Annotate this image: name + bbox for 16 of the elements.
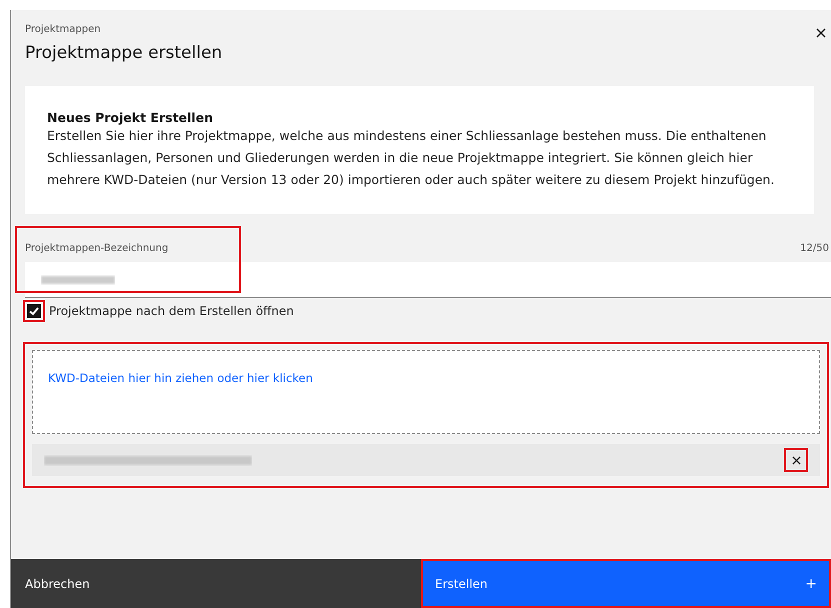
remove-file-button[interactable] bbox=[786, 450, 806, 470]
dialog-label: Projektmappen bbox=[25, 24, 102, 35]
drop-zone-prompt[interactable]: KWD-Dateien hier hin ziehen oder hier klicken bbox=[48, 371, 313, 385]
cancel-button[interactable]: Abbrechen bbox=[11, 559, 421, 608]
field-label: Projektmappen-Bezeichnung bbox=[25, 242, 168, 254]
drop-zone[interactable]: KWD-Dateien hier hin ziehen oder hier klicken bbox=[32, 350, 820, 434]
info-heading: Neues Projekt Erstellen bbox=[47, 110, 214, 125]
close-icon bbox=[792, 456, 800, 464]
name-input-field[interactable] bbox=[25, 262, 831, 298]
checkbox-label: Projektmappe nach dem Erstellen öffnen bbox=[49, 304, 294, 318]
create-button[interactable]: Erstellen + bbox=[421, 559, 831, 608]
checkbox[interactable] bbox=[27, 304, 41, 318]
character-counter: 12/50 bbox=[800, 242, 829, 254]
info-text: Erstellen Sie hier ihre Projektmappe, welche aus mindestens einer Schliessanlage bestehen muss. Die enthaltenen Schliessanlagen, Personen und Gliederungen werden in die neue Projektmappe integriert. Sie können gleich hier mehrere KWD-Dateien (nur Version 13 oder 20) importieren oder auch später weitere zu diesem Projekt hinzufügen. bbox=[47, 127, 776, 189]
dialog-title: Projektmappe erstellen bbox=[25, 43, 222, 63]
close-icon[interactable] bbox=[816, 28, 826, 38]
